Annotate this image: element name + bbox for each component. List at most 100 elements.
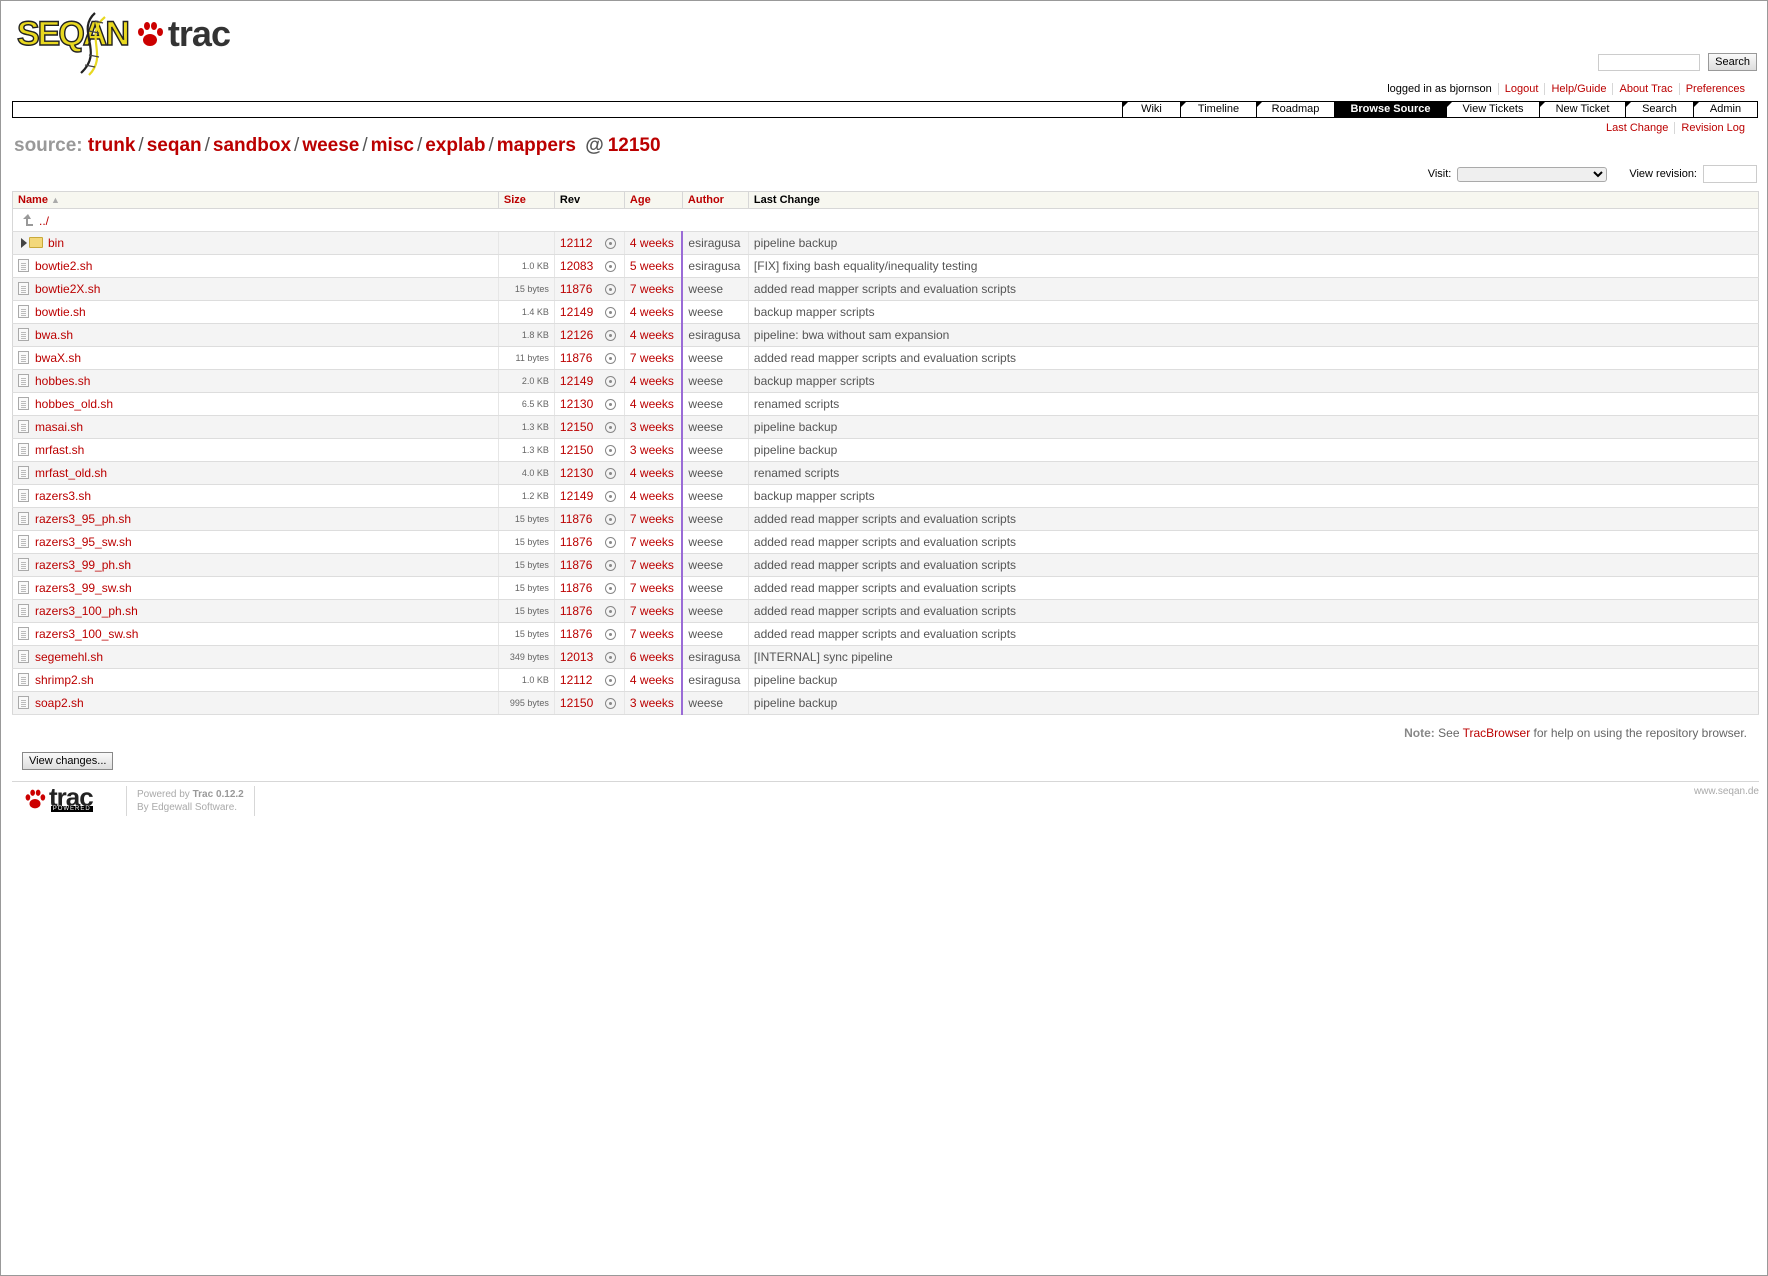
entry-name-link[interactable]: bowtie.sh — [35, 305, 86, 319]
nav-tab-view-tickets[interactable]: View Tickets — [1446, 102, 1539, 117]
table-row[interactable]: razers3_95_sw.sh 15 bytes 11876 7 weeks wees… — [12, 530, 1759, 554]
table-row[interactable]: segemehl.sh 349 bytes 12013 6 weeks esiragus… — [12, 645, 1759, 669]
table-row[interactable]: bowtie.sh 1.4 KB 12149 4 weeks weese backup m… — [12, 300, 1759, 324]
changeset-icon[interactable] — [604, 307, 616, 318]
table-row[interactable]: soap2.sh 995 bytes 12150 3 weeks weese pipeli… — [12, 691, 1759, 715]
entry-rev-link[interactable]: 12149 — [560, 374, 593, 388]
visit-select[interactable] — [1457, 166, 1608, 182]
logout-link[interactable]: Logout — [1497, 83, 1545, 95]
parent-dir-link[interactable]: ../ — [39, 214, 49, 228]
entry-rev-link[interactable]: 11876 — [560, 535, 592, 549]
table-row[interactable]: bwaX.sh 11 bytes 11876 7 weeks weese added re… — [12, 346, 1759, 370]
about-trac-link[interactable]: About Trac — [1612, 83, 1678, 95]
entry-age[interactable]: 7 weeks — [623, 507, 684, 531]
changeset-icon[interactable] — [604, 238, 616, 249]
entry-name-link[interactable]: hobbes.sh — [35, 374, 90, 388]
entry-rev-link[interactable]: 12126 — [560, 328, 593, 342]
entry-name-link[interactable]: razers3_95_sw.sh — [35, 535, 132, 549]
entry-age[interactable]: 7 weeks — [623, 553, 684, 577]
entry-rev-link[interactable]: 12130 — [560, 466, 593, 480]
path-segment-misc[interactable]: misc — [371, 135, 414, 156]
entry-age[interactable]: 4 weeks — [623, 461, 684, 485]
entry-age[interactable]: 4 weeks — [623, 300, 684, 324]
parent-row[interactable]: ../ — [12, 208, 1759, 232]
entry-age[interactable]: 4 weeks — [623, 231, 684, 255]
revision-log-link[interactable]: Revision Log — [1674, 122, 1751, 134]
nav-tab-wiki[interactable]: Wiki — [1122, 102, 1180, 117]
entry-name-link[interactable]: hobbes_old.sh — [35, 397, 113, 411]
edgewall-link[interactable]: Edgewall Software — [151, 802, 234, 813]
changeset-icon[interactable] — [604, 537, 616, 548]
changeset-icon[interactable] — [604, 445, 616, 456]
nav-tab-browse-source[interactable]: Browse Source — [1334, 102, 1446, 117]
view-changes-button[interactable]: View changes... — [22, 752, 114, 770]
table-row[interactable]: bin 12112 4 weeks esiragusa pipeline backup — [12, 231, 1759, 255]
changeset-icon[interactable] — [604, 606, 616, 617]
entry-rev-link[interactable]: 12150 — [560, 420, 593, 434]
entry-rev-link[interactable]: 11876 — [560, 627, 592, 641]
changeset-icon[interactable] — [604, 698, 616, 709]
entry-age[interactable]: 7 weeks — [623, 599, 684, 623]
entry-age[interactable]: 3 weeks — [623, 691, 684, 715]
path-segment-trunk[interactable]: trunk — [88, 135, 136, 156]
table-row[interactable]: hobbes_old.sh 6.5 KB 12130 4 weeks weese rena… — [12, 392, 1759, 416]
changeset-icon[interactable] — [604, 422, 616, 433]
table-row[interactable]: masai.sh 1.3 KB 12150 3 weeks weese pipeline … — [12, 415, 1759, 439]
entry-name-link[interactable]: soap2.sh — [35, 696, 84, 710]
entry-age[interactable]: 4 weeks — [623, 323, 684, 347]
entry-rev-link[interactable]: 12013 — [560, 650, 593, 664]
table-row[interactable]: razers3_100_sw.sh 15 bytes 11876 7 weeks wee… — [12, 622, 1759, 646]
entry-rev-link[interactable]: 11876 — [560, 604, 592, 618]
entry-age[interactable]: 7 weeks — [623, 576, 684, 600]
view-revision-input[interactable] — [1703, 165, 1757, 183]
entry-age[interactable]: 7 weeks — [623, 622, 684, 646]
site-logo[interactable]: SEQAN trac — [16, 12, 231, 76]
entry-rev-link[interactable]: 12149 — [560, 489, 593, 503]
column-size[interactable]: Size — [497, 191, 555, 209]
entry-rev-link[interactable]: 11876 — [560, 581, 592, 595]
entry-age[interactable]: 7 weeks — [623, 346, 684, 370]
changeset-icon[interactable] — [604, 284, 616, 295]
changeset-icon[interactable] — [604, 353, 616, 364]
changeset-icon[interactable] — [604, 491, 616, 502]
table-row[interactable]: hobbes.sh 2.0 KB 12149 4 weeks weese backup m… — [12, 369, 1759, 393]
entry-rev-link[interactable]: 11876 — [560, 512, 592, 526]
trac-powered-logo[interactable]: trac POWERED — [24, 784, 94, 812]
entry-name-link[interactable]: mrfast_old.sh — [35, 466, 107, 480]
entry-rev-link[interactable]: 12130 — [560, 397, 593, 411]
last-change-link[interactable]: Last Change — [1600, 122, 1674, 134]
changeset-icon[interactable] — [604, 675, 616, 686]
path-segment-weese[interactable]: weese — [302, 135, 359, 156]
table-row[interactable]: bowtie2.sh 1.0 KB 12083 5 weeks esiragusa [FI… — [12, 254, 1759, 278]
table-row[interactable]: mrfast.sh 1.3 KB 12150 3 weeks weese pipeline… — [12, 438, 1759, 462]
entry-name-link[interactable]: razers3_100_ph.sh — [35, 604, 138, 618]
trac-version-link[interactable]: Trac 0.12.2 — [193, 789, 244, 800]
entry-rev-link[interactable]: 12150 — [560, 696, 593, 710]
help-guide-link[interactable]: Help/Guide — [1544, 83, 1612, 95]
path-segment-sandbox[interactable]: sandbox — [213, 135, 291, 156]
table-row[interactable]: razers3_100_ph.sh 15 bytes 11876 7 weeks wee… — [12, 599, 1759, 623]
entry-age[interactable]: 3 weeks — [623, 438, 684, 462]
entry-name-link[interactable]: mrfast.sh — [35, 443, 84, 457]
column-author[interactable]: Author — [681, 191, 749, 209]
changeset-icon[interactable] — [604, 330, 616, 341]
entry-name-link[interactable]: bowtie2.sh — [35, 259, 92, 273]
table-row[interactable]: razers3_95_ph.sh 15 bytes 11876 7 weeks wees… — [12, 507, 1759, 531]
entry-rev-link[interactable]: 12112 — [560, 673, 592, 687]
nav-tab-admin[interactable]: Admin — [1693, 102, 1757, 117]
changeset-icon[interactable] — [604, 399, 616, 410]
entry-name-link[interactable]: masai.sh — [35, 420, 83, 434]
nav-tab-roadmap[interactable]: Roadmap — [1256, 102, 1334, 117]
path-revision-link[interactable]: 12150 — [608, 135, 661, 156]
search-button[interactable]: Search — [1708, 53, 1757, 71]
table-row[interactable]: razers3_99_ph.sh 15 bytes 11876 7 weeks wees… — [12, 553, 1759, 577]
entry-name-link[interactable]: bwa.sh — [35, 328, 73, 342]
entry-age[interactable]: 4 weeks — [623, 392, 684, 416]
site-link[interactable]: www.seqan.de — [1694, 786, 1759, 797]
entry-age[interactable]: 6 weeks — [623, 645, 684, 669]
entry-age[interactable]: 3 weeks — [623, 415, 684, 439]
table-row[interactable]: mrfast_old.sh 4.0 KB 12130 4 weeks weese rena… — [12, 461, 1759, 485]
table-row[interactable]: bowtie2X.sh 15 bytes 11876 7 weeks weese adde… — [12, 277, 1759, 301]
expand-arrow-icon[interactable] — [21, 238, 27, 248]
table-row[interactable]: shrimp2.sh 1.0 KB 12112 4 weeks esiragusa pip… — [12, 668, 1759, 692]
